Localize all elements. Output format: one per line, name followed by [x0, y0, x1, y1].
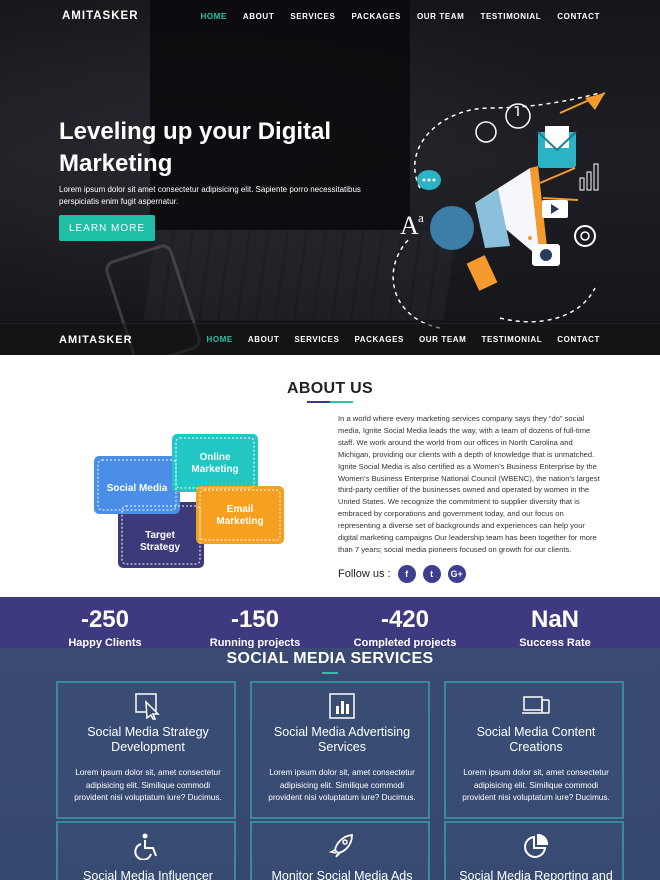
sticky-nav-contact[interactable]: CONTACT — [557, 335, 600, 344]
svg-text:A: A — [400, 211, 419, 240]
follow-us-row: Follow us : f t G+ — [338, 565, 466, 583]
nav-about[interactable]: ABOUT — [243, 12, 274, 21]
marketing-puzzle-illustration: Social Media Online Marketing Email Market… — [94, 434, 284, 568]
service-card[interactable]: Social Media Reporting and — [444, 821, 624, 880]
stats-bar: -250 Happy Clients -150 Running projects… — [0, 597, 660, 652]
cursor-click-icon — [135, 693, 160, 720]
service-card[interactable]: Social Media Strategy Development Lorem … — [56, 681, 236, 819]
hero-title: Leveling up your Digital Marketing — [59, 118, 332, 177]
sticky-nav-testimonial[interactable]: TESTIMONIAL — [481, 335, 542, 344]
service-card[interactable]: Social Media Advertising Services Lorem … — [250, 681, 430, 819]
service-title: Social Media Influencer — [83, 869, 213, 880]
google-plus-icon[interactable]: G+ — [447, 565, 466, 583]
bulb-icon — [475, 121, 497, 143]
service-title: Social Media Reporting and — [459, 869, 613, 880]
service-description: Lorem ipsum dolor sit, amet consectetur … — [74, 768, 222, 802]
sticky-nav-about[interactable]: ABOUT — [248, 335, 279, 344]
brand-logo[interactable]: AMITASKER — [62, 10, 139, 22]
hero-section: AMITASKER HOME ABOUT SERVICES PACKAGES O… — [0, 0, 660, 355]
follow-us-label: Follow us : — [338, 568, 391, 580]
marketing-word: Marketing — [191, 464, 238, 475]
about-title: ABOUT US — [287, 380, 373, 397]
facebook-icon[interactable]: f — [397, 565, 416, 583]
services-underline — [322, 672, 338, 674]
service-title: Monitor Social Media Ads — [271, 869, 413, 880]
service-card[interactable]: Social Media Influencer — [56, 821, 236, 880]
about-paragraph: In a world where every marketing service… — [338, 414, 600, 554]
svg-text:a: a — [418, 210, 424, 225]
stat-value: -250 — [80, 606, 130, 633]
svg-text:TargetStrategy: Target Strategy — [140, 530, 180, 553]
sticky-nav-services[interactable]: SERVICES — [294, 335, 339, 344]
stat-value: NaN — [530, 606, 579, 633]
sticky-nav-links: HOME ABOUT SERVICES PACKAGES OUR TEAM TE… — [206, 335, 600, 344]
service-description: Lorem ipsum dolor sit, amet consectetur … — [462, 768, 610, 802]
gear-icon — [574, 225, 596, 247]
sticky-nav-home[interactable]: HOME — [206, 335, 232, 344]
twitter-icon[interactable]: t — [422, 565, 441, 583]
about-underline — [307, 401, 353, 403]
rocket-icon — [328, 834, 353, 858]
top-navbar: AMITASKER HOME ABOUT SERVICES PACKAGES O… — [0, 0, 660, 32]
devices-icon — [522, 696, 550, 714]
online-word: Online — [199, 452, 231, 463]
nav-contact[interactable]: CONTACT — [557, 12, 600, 21]
service-card[interactable]: Monitor Social Media Ads — [250, 821, 430, 880]
sticky-nav-our-team[interactable]: OUR TEAM — [419, 335, 466, 344]
nav-testimonial[interactable]: TESTIMONIAL — [480, 12, 541, 21]
sticky-navbar: AMITASKER HOME ABOUT SERVICES PACKAGES O… — [0, 323, 660, 355]
service-title: Social Media Content Creations — [476, 725, 596, 754]
sticky-nav-packages[interactable]: PACKAGES — [354, 335, 404, 344]
nav-home[interactable]: HOME — [200, 12, 226, 21]
stat-value: -420 — [380, 606, 430, 633]
hero-subtitle: Lorem ipsum dolor sit amet consectetur a… — [59, 185, 361, 206]
stat-success-rate: NaN Success Rate — [495, 597, 615, 652]
service-card[interactable]: Social Media Content Creations Lorem ips… — [444, 681, 624, 819]
pie-chart-icon — [524, 833, 549, 858]
nav-links: HOME ABOUT SERVICES PACKAGES OUR TEAM TE… — [200, 12, 600, 21]
service-title: Social Media Advertising Services — [273, 725, 411, 754]
stat-completed-projects: -420 Completed projects — [345, 597, 465, 652]
learn-more-button[interactable]: LEARN MORE — [59, 215, 155, 241]
services-section: SOCIAL MEDIA SERVICES Social Media Strat… — [0, 648, 660, 880]
services-title: SOCIAL MEDIA SERVICES — [226, 650, 434, 667]
stat-running-projects: -150 Running projects — [195, 597, 315, 652]
sticky-brand-logo[interactable]: AMITASKER — [59, 334, 133, 346]
bar-chart-icon — [329, 693, 355, 719]
service-title: Social Media Strategy Development — [87, 725, 209, 754]
service-description: Lorem ipsum dolor sit, amet consectetur … — [268, 768, 416, 802]
nav-our-team[interactable]: OUR TEAM — [417, 12, 464, 21]
stat-happy-clients: -250 Happy Clients — [45, 597, 165, 652]
nav-packages[interactable]: PACKAGES — [351, 12, 401, 21]
stat-value: -150 — [230, 606, 280, 633]
nav-services[interactable]: SERVICES — [290, 12, 335, 21]
megaphone-illustration: A a — [392, 92, 606, 329]
svg-text:Social Media: Social Media — [107, 483, 168, 494]
accessibility-icon — [134, 833, 157, 860]
